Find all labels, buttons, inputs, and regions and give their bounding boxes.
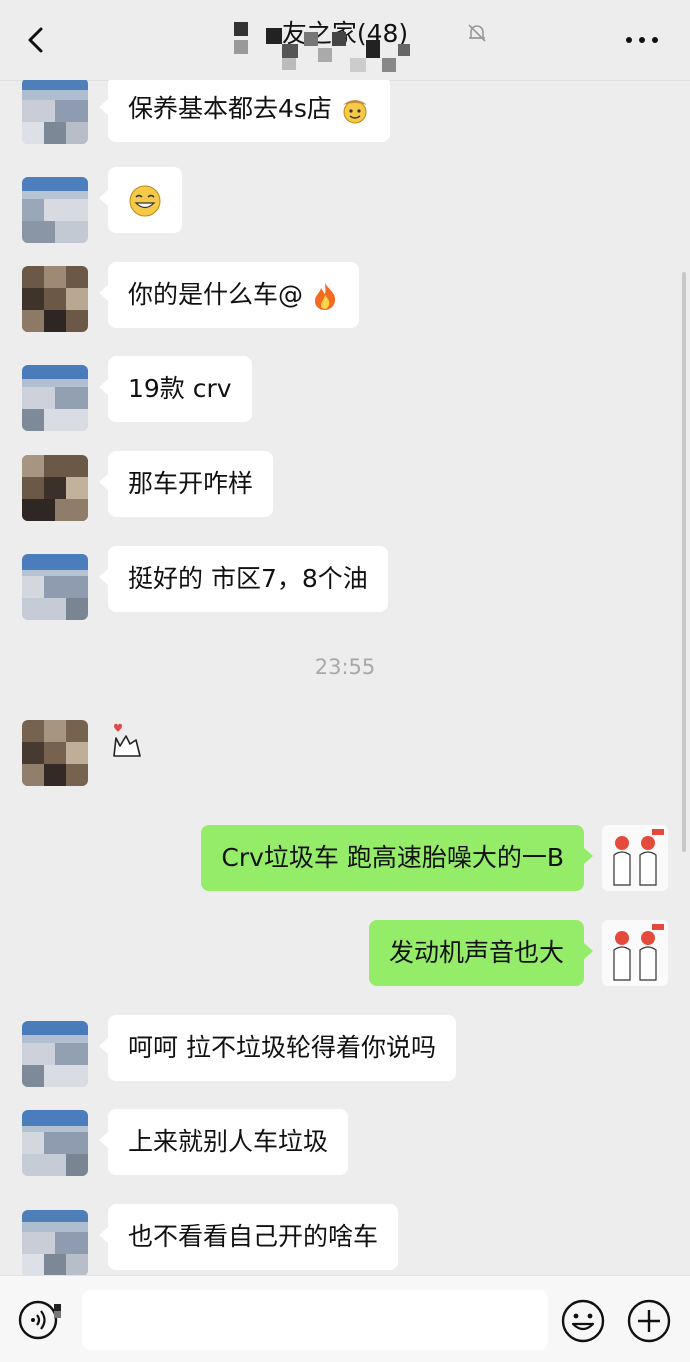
voice-icon[interactable] xyxy=(18,1298,62,1342)
message-bubble-outgoing[interactable]: 发动机声音也大 xyxy=(368,920,594,986)
message-bubble[interactable]: 挺好的 市区7，8个油 xyxy=(99,546,388,612)
message-bubble[interactable]: 也不看看自己开的啥车 xyxy=(98,1204,399,1270)
message-text: 挺好的 市区7，8个油 xyxy=(128,564,368,593)
message-text: 保养基本都去4s店 xyxy=(128,94,332,123)
self-avatar[interactable] xyxy=(602,920,668,986)
message-text: 你的是什么车@ xyxy=(128,280,304,309)
message-bubble-outgoing[interactable]: Crv垃圾车 跑高速胎噪大的一B xyxy=(201,825,593,891)
avatar[interactable] xyxy=(22,455,88,521)
title-privacy-mask xyxy=(234,22,410,72)
message-bubble[interactable]: 那车开咋样 xyxy=(98,451,274,517)
chat-message-list[interactable]: 保养基本都去4s店 你的是什么车@ 19款 crv 那车开咋样 挺好的 市区7，… xyxy=(0,80,690,1275)
message-text: 上来就别人车垃圾 xyxy=(128,1127,329,1156)
message-bubble[interactable] xyxy=(99,167,182,233)
avatar[interactable] xyxy=(22,80,88,144)
message-bubble[interactable]: 保养基本都去4s店 xyxy=(99,80,390,142)
avatar[interactable] xyxy=(22,365,88,431)
input-bar xyxy=(0,1275,690,1362)
avatar[interactable] xyxy=(22,1021,88,1087)
timestamp: 23:55 xyxy=(314,655,376,679)
message-text: 发动机声音也大 xyxy=(388,938,564,967)
scrollbar[interactable] xyxy=(682,272,686,852)
message-text: 呵呵 拉不垃圾轮得着你说吗 xyxy=(128,1033,436,1062)
message-bubble[interactable]: 你的是什么车@ xyxy=(99,262,359,328)
avatar[interactable] xyxy=(22,720,88,786)
avatar[interactable] xyxy=(22,177,88,243)
message-input[interactable] xyxy=(82,1290,548,1350)
message-text: 19款 crv xyxy=(128,374,232,403)
smiley-icon[interactable] xyxy=(560,1298,606,1344)
message-bubble[interactable]: 呵呵 拉不垃圾轮得着你说吗 xyxy=(99,1015,456,1081)
grinning-face-emoji-icon xyxy=(129,185,161,217)
fire-emoji-icon xyxy=(314,283,336,310)
message-text: 也不看看自己开的啥车 xyxy=(128,1222,379,1251)
plus-circle-icon[interactable] xyxy=(626,1298,672,1344)
message-text: 那车开咋样 xyxy=(128,469,254,498)
message-bubble[interactable]: 19款 crv xyxy=(99,356,252,422)
avatar[interactable] xyxy=(22,1110,88,1176)
more-dots-icon[interactable] xyxy=(622,28,662,52)
avatar[interactable] xyxy=(22,266,88,332)
cowboy-face-emoji-icon xyxy=(342,100,367,124)
message-text: Crv垃圾车 跑高速胎噪大的一B xyxy=(221,843,564,872)
self-avatar[interactable] xyxy=(602,825,668,891)
message-bubble[interactable]: 上来就别人车垃圾 xyxy=(98,1109,349,1175)
avatar[interactable] xyxy=(22,1210,88,1275)
bell-off-icon xyxy=(468,24,486,42)
avatar[interactable] xyxy=(22,554,88,620)
heart-hand-sticker-icon[interactable] xyxy=(106,720,146,760)
chat-header: 友之家(48) xyxy=(0,0,690,81)
